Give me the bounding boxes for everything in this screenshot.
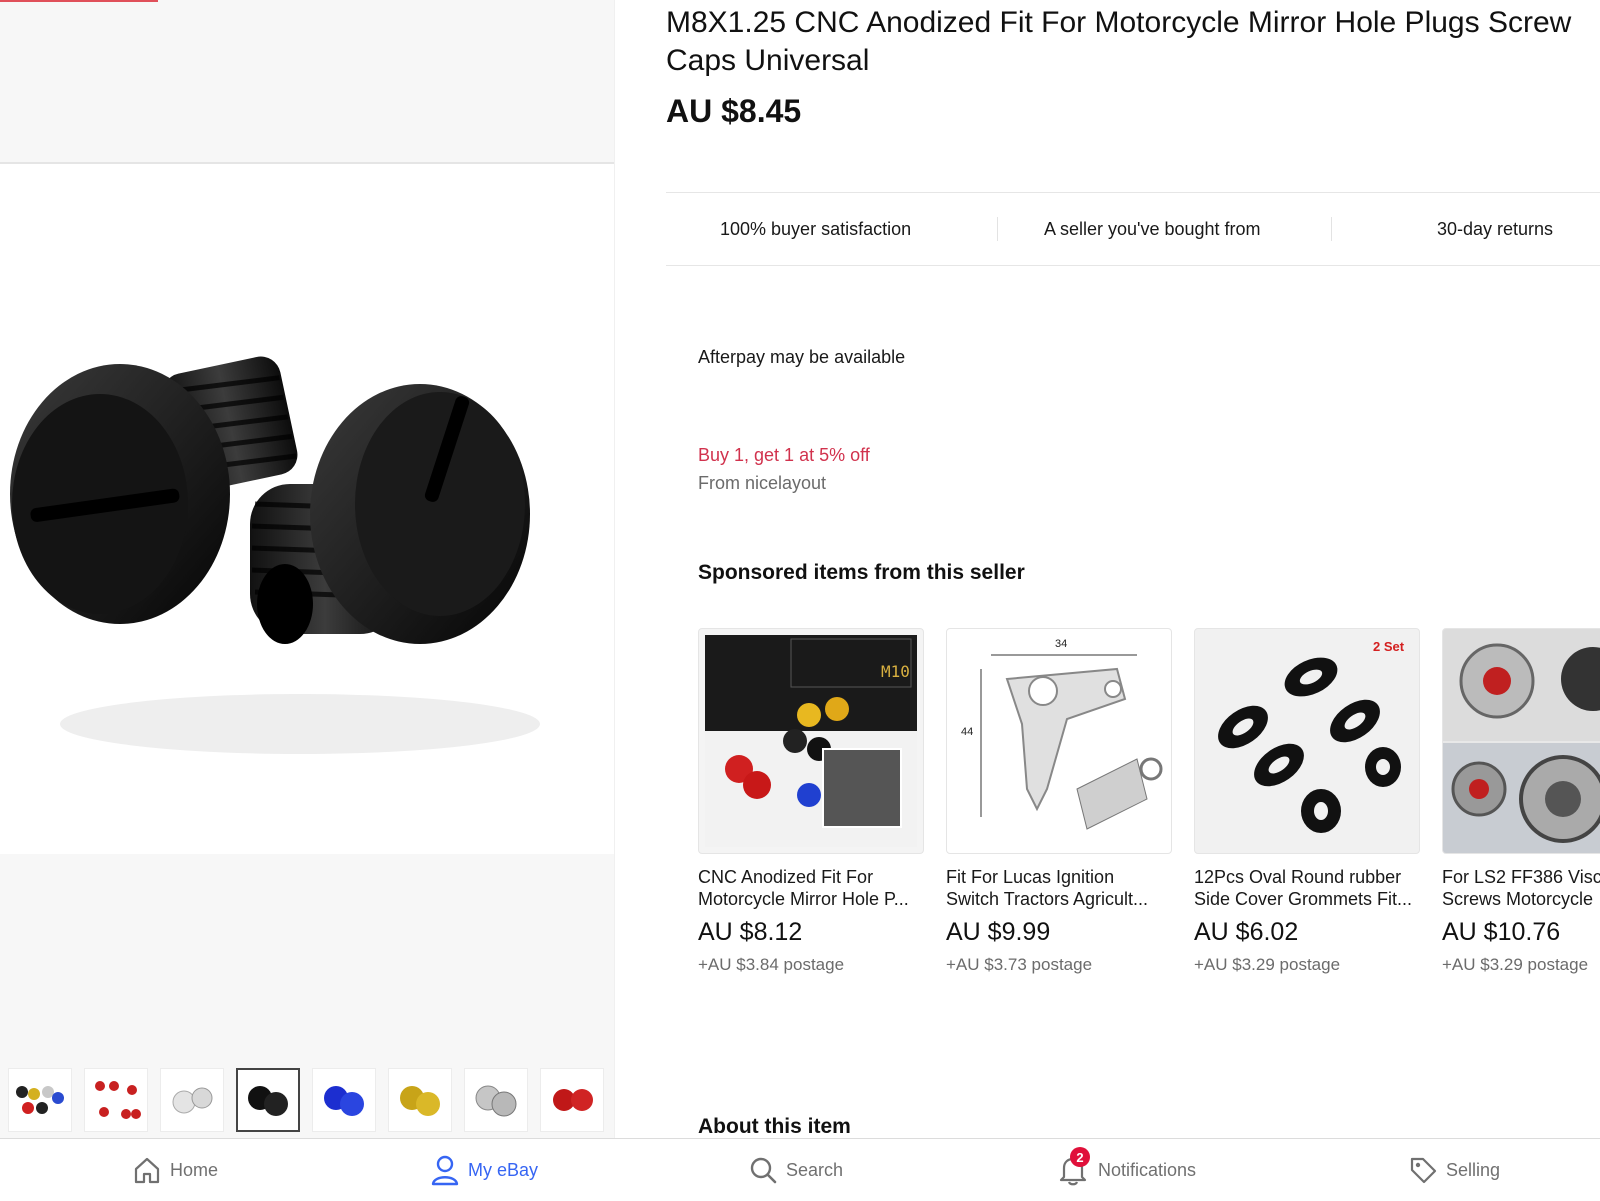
- rubber-grommets-image: 2 Set: [1218, 639, 1405, 833]
- about-item-heading: About this item: [698, 1115, 851, 1138]
- thumbnail-silver[interactable]: [160, 1068, 224, 1132]
- colored-caps-image: M10: [705, 635, 917, 847]
- trust-bar: 100% buyer satisfaction A seller you've …: [666, 192, 1600, 266]
- multicolor-caps-icon: [16, 1086, 64, 1114]
- thumbnail-blue[interactable]: [312, 1068, 376, 1132]
- tag-icon: [1410, 1157, 1437, 1184]
- sponsored-item-title[interactable]: 12Pcs Oval Round rubber Side Cover Gromm…: [1194, 866, 1420, 910]
- search-icon: [750, 1157, 777, 1184]
- tab-home-label: Home: [170, 1159, 219, 1180]
- promotion-seller: From nicelayout: [698, 473, 827, 493]
- thumbnail-red[interactable]: [84, 1068, 148, 1132]
- thumbnail-black[interactable]: [236, 1068, 300, 1132]
- thumbnail-strip[interactable]: [8, 1068, 604, 1132]
- sponsored-item-price: AU $6.02: [1194, 918, 1299, 946]
- main-product-image[interactable]: [0, 164, 614, 854]
- sponsored-heading: Sponsored items from this seller: [698, 561, 1025, 584]
- sponsored-item-card[interactable]: M10 CNC Anodized Fit For Motorcycle Mirr…: [698, 628, 924, 975]
- notification-count-badge: 2: [1070, 1147, 1090, 1167]
- black-caps-icon: [248, 1086, 288, 1116]
- tab-my-ebay[interactable]: My eBay: [430, 1151, 538, 1189]
- gallery-top-area: [0, 0, 614, 164]
- sponsored-carousel[interactable]: M10 CNC Anodized Fit For Motorcycle Mirr…: [698, 628, 1600, 988]
- gold-caps-icon: [400, 1086, 440, 1116]
- sponsored-item-postage: +AU $3.73 postage: [946, 955, 1093, 974]
- sponsored-item-image[interactable]: 34 44: [946, 628, 1172, 854]
- image-label: 2 Set: [1373, 639, 1405, 654]
- black-screw-caps-image: [10, 356, 540, 754]
- sponsored-item-image[interactable]: [1442, 628, 1600, 854]
- buyer-satisfaction: 100% buyer satisfaction: [720, 219, 912, 239]
- dimension-label-side: 44: [961, 726, 973, 738]
- product-title: M8X1.25 CNC Anodized Fit For Motorcycle …: [666, 6, 1572, 77]
- helmet-visor-screws-image: [1443, 629, 1600, 853]
- sponsored-item-title[interactable]: For LS2 FF386 Visc Screws Motorcycle: [1442, 866, 1600, 910]
- sponsored-item-image[interactable]: 2 Set: [1194, 628, 1420, 854]
- tab-home[interactable]: Home: [132, 1151, 218, 1189]
- sponsored-item-title[interactable]: Fit For Lucas Ignition Switch Tractors A…: [946, 866, 1172, 910]
- sponsored-item-card[interactable]: For LS2 FF386 Visc Screws Motorcycle AU …: [1442, 628, 1600, 975]
- image-gallery[interactable]: [0, 0, 614, 1138]
- sponsored-item-card[interactable]: 2 Set 12Pcs Oval Round rubber Side Cover…: [1194, 628, 1420, 975]
- silver-caps-icon: [475, 1085, 517, 1117]
- sponsored-item-postage: +AU $3.29 postage: [1442, 955, 1589, 974]
- sponsored-item-card[interactable]: 34 44 Fit For Lucas Ignition Switch Trac…: [946, 628, 1172, 975]
- silver-caps-icon: [172, 1087, 213, 1114]
- user-icon: [431, 1155, 459, 1186]
- sponsored-item-price: AU $10.76: [1442, 918, 1561, 946]
- sponsored-item-postage: +AU $3.84 postage: [698, 955, 845, 974]
- sponsored-item-title[interactable]: CNC Anodized Fit For Motorcycle Mirror H…: [698, 866, 924, 910]
- thumbnail-multicolor[interactable]: [8, 1068, 72, 1132]
- seller-history: A seller you've bought from: [1044, 219, 1261, 239]
- tab-selling[interactable]: Selling: [1408, 1151, 1500, 1189]
- promotion-offer[interactable]: Buy 1, get 1 at 5% off: [698, 445, 870, 466]
- red-caps-icon: [95, 1081, 141, 1119]
- tab-search-label: Search: [786, 1159, 844, 1180]
- thumbnail-red-2[interactable]: [540, 1068, 604, 1132]
- ignition-keys-image: 34 44: [961, 638, 1163, 830]
- gallery-progress-indicator: [0, 0, 158, 2]
- returns-policy: 30-day returns: [1437, 219, 1554, 239]
- tab-notifications[interactable]: 2 Notifications: [1056, 1147, 1197, 1189]
- image-label: M10: [881, 662, 910, 681]
- panel-divider: [614, 0, 615, 1138]
- tab-my-ebay-label: My eBay: [468, 1159, 539, 1180]
- tab-search[interactable]: Search: [748, 1151, 843, 1189]
- bottom-tab-bar: Home My eBay Search 2 Notifications Sell: [0, 1138, 1600, 1201]
- thumbnail-gold[interactable]: [388, 1068, 452, 1132]
- sponsored-item-postage: +AU $3.29 postage: [1194, 955, 1341, 974]
- trust-divider: [1331, 217, 1332, 241]
- sponsored-item-price: AU $9.99: [946, 918, 1051, 946]
- trust-divider: [997, 217, 998, 241]
- home-icon: [134, 1157, 160, 1184]
- tab-selling-label: Selling: [1446, 1159, 1501, 1180]
- sponsored-item-price: AU $8.12: [698, 918, 803, 946]
- notifications-bell: 2: [1056, 1147, 1090, 1187]
- afterpay-note: Afterpay may be available: [698, 347, 906, 367]
- red-caps-icon: [553, 1089, 593, 1111]
- dimension-label-top: 34: [1055, 638, 1067, 650]
- tab-notifications-label: Notifications: [1098, 1159, 1197, 1180]
- blue-caps-icon: [324, 1086, 364, 1116]
- product-price: AU $8.45: [666, 93, 802, 129]
- thumbnail-silver-2[interactable]: [464, 1068, 528, 1132]
- sponsored-item-image[interactable]: M10: [698, 628, 924, 854]
